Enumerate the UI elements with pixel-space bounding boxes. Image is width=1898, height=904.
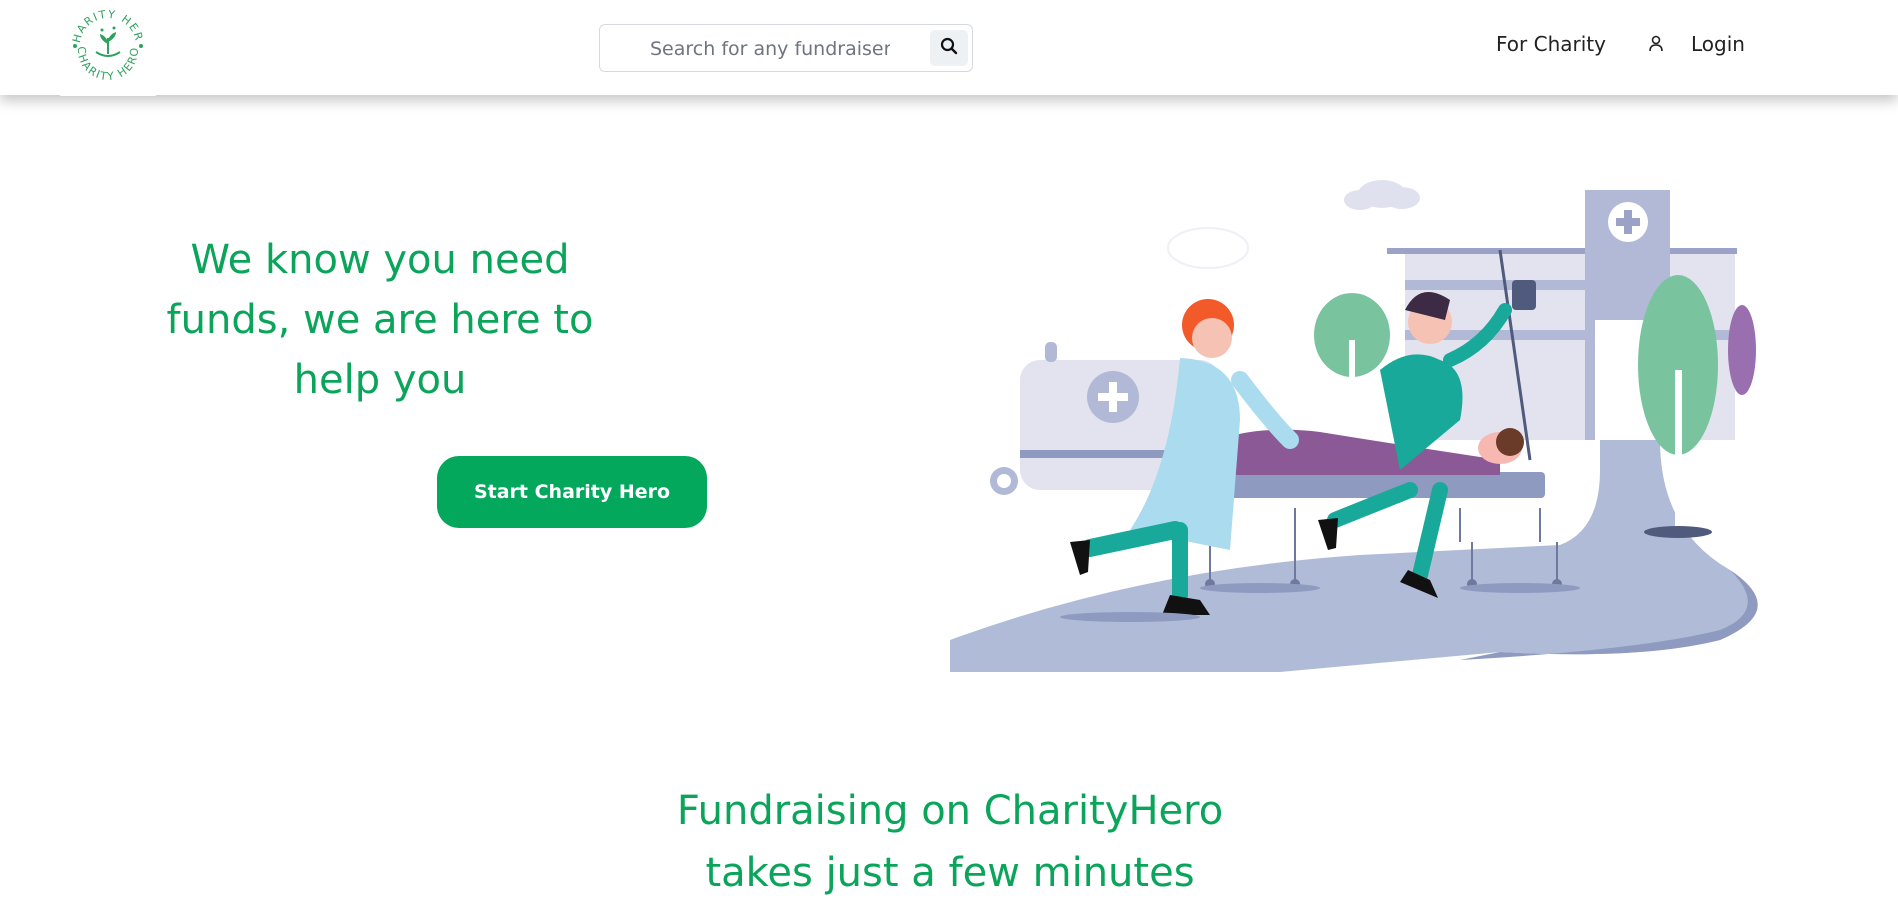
cloud-icon — [1344, 180, 1420, 210]
search-input[interactable] — [648, 33, 892, 65]
section-title-line: Fundraising on CharityHero — [676, 788, 1224, 834]
top-navbar: CHARITY HERO CHARITY HERO — [0, 0, 1898, 96]
search-button[interactable] — [930, 30, 968, 66]
charity-hero-logo[interactable]: CHARITY HERO CHARITY HERO — [55, 0, 156, 96]
hero-title-line: We know you need — [190, 237, 570, 283]
hero-title-line: funds, we are here to — [166, 297, 594, 343]
user-icon[interactable] — [1648, 35, 1664, 57]
hospital-emergency-illustration — [940, 170, 1790, 672]
hero-title: We know you need funds, we are here to h… — [160, 230, 600, 410]
start-charity-hero-button[interactable]: Start Charity Hero — [437, 456, 707, 528]
for-charity-link[interactable]: For Charity — [1496, 32, 1606, 56]
search-box — [599, 24, 973, 72]
section-title-line: takes just a few minutes — [705, 850, 1195, 896]
search-icon — [940, 37, 958, 59]
cloud-outline-icon — [1167, 227, 1249, 269]
login-link[interactable]: Login — [1691, 32, 1745, 56]
hero-title-line: help you — [293, 357, 467, 403]
section-title: Fundraising on CharityHero takes just a … — [590, 780, 1310, 904]
